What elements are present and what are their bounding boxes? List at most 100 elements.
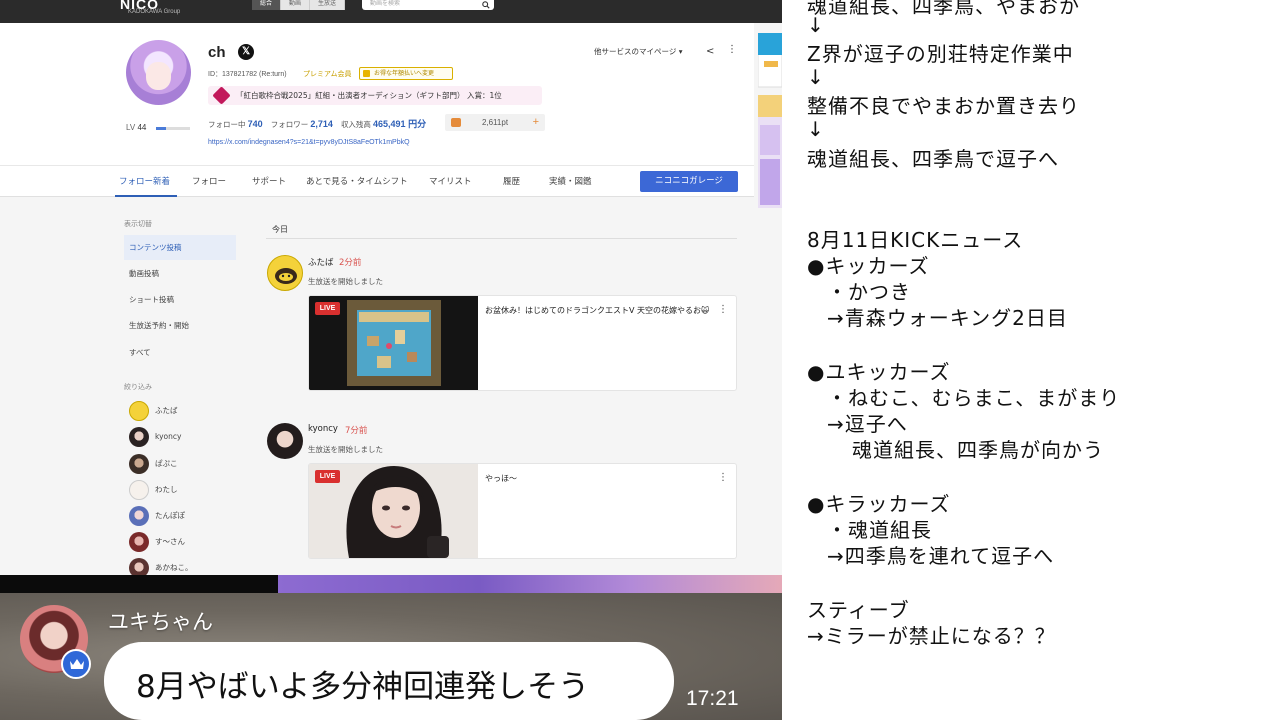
feed-avatar-futaba[interactable] [267, 255, 303, 291]
plan-change-button[interactable]: お得な年額払いへ変更 [359, 67, 453, 80]
browser-capture: NICO KADOKAWA Group 総合 動画 生放送 動画を検索 LV 4… [0, 0, 782, 575]
note-line: ・かつき [827, 280, 911, 304]
more-menu-icon[interactable]: ⋮ [727, 44, 737, 55]
cam-strip [0, 575, 278, 593]
garage-button[interactable]: ニコニコガレージ [640, 171, 738, 192]
tab-history[interactable]: 履歴 [503, 175, 520, 187]
feed-action: 生放送を開始しました [308, 277, 383, 286]
note-line: ●キラッカーズ [807, 492, 951, 516]
search-tab-all[interactable]: 総合 [252, 0, 282, 10]
sidebar-item-live-schedule[interactable]: 生放送予約・開始 [124, 313, 236, 338]
search-scope-tabs: 総合 動画 生放送 [252, 0, 346, 10]
profile-header: LV 44 ch 𝕏 ID：137821782 (Re:turn) プレミアム会… [0, 23, 754, 165]
feed-user-name[interactable]: ふたば [308, 256, 334, 268]
filter-label: 絞り込み [124, 383, 152, 391]
filter-user-futaba[interactable]: ふたば [129, 401, 178, 421]
search-tab-live[interactable]: 生放送 [310, 0, 346, 10]
following-count[interactable]: 740 [248, 119, 263, 129]
note-line: ●ユキッカーズ [807, 360, 951, 384]
other-services-dropdown[interactable]: 他サービスのマイページ ▾ [594, 46, 683, 57]
note-line: ・ねむこ、むらまこ、まがまり [827, 386, 1121, 410]
award-icon [212, 86, 231, 105]
tab-follow-new[interactable]: フォロー新着 [119, 175, 170, 187]
crown-icon [61, 649, 91, 679]
note-line: 魂道組長、四季鳥、やまおか [807, 0, 1080, 18]
note-line: 魂道組長、四季鳥で逗子へ [807, 147, 1059, 171]
live-badge: LIVE [315, 470, 340, 483]
search-input[interactable]: 動画を検索 [362, 0, 494, 10]
feed-avatar-kyoncy[interactable] [267, 423, 303, 459]
note-line: スティーブ [807, 598, 910, 622]
award-banner[interactable]: 「紅白歌枠合戦2025」紅組・出演者オーディション（ギフト部門） 入賞：1位 [208, 86, 542, 105]
note-line: Z界が逗子の別荘特定作業中 [807, 42, 1074, 66]
premium-badge: プレミアム会員 [303, 70, 352, 78]
live-thumbnail[interactable]: LIVE [309, 464, 478, 558]
user-avatar [129, 558, 149, 575]
tab-watch-later[interactable]: あとで見る・タイムシフト [306, 175, 408, 187]
profile-tabs: フォロー新着 フォロー サポート あとで見る・タイムシフト マイリスト 履歴 実… [0, 165, 754, 197]
points-add-button[interactable]: + [533, 114, 539, 131]
tab-achievements[interactable]: 実績・図鑑 [549, 175, 592, 187]
card-menu-icon[interactable]: ⋮ [718, 472, 728, 483]
filter-user-watashi[interactable]: わたし [129, 480, 178, 500]
live-title[interactable]: やっほ〜 [485, 472, 715, 485]
divider [266, 238, 737, 239]
x-link-icon[interactable]: 𝕏 [238, 44, 254, 60]
user-avatar [129, 427, 149, 447]
profile-name: ch [208, 44, 226, 61]
live-thumbnail[interactable]: LIVE [309, 296, 478, 390]
webcam-chat-panel: ユキちゃん 8月やばいよ多分神回連発しそう 17:21 [0, 575, 782, 720]
live-card[interactable]: LIVE やっほ〜 ⋮ [308, 463, 737, 559]
display-toggle-label: 表示切替 [124, 220, 152, 228]
chat-message: 8月やばいよ多分神回連発しそう [136, 669, 590, 705]
sidebar-item-video[interactable]: 動画投稿 [124, 261, 236, 286]
filter-user-papuko[interactable]: ぱぷこ [129, 454, 178, 474]
user-avatar [129, 480, 149, 500]
live-card[interactable]: LIVE お盆休み！はじめてのドラゴンクエストⅤ 天空の花嫁やるお🙀 ⋮ [308, 295, 737, 391]
notes-panel: 魂道組長、四季鳥、やまおか ↓ Z界が逗子の別荘特定作業中 ↓ 整備不良でやまお… [782, 0, 1280, 720]
filter-user-susan[interactable]: す〜さん [129, 532, 185, 552]
tab-support[interactable]: サポート [252, 175, 286, 187]
followers-count[interactable]: 2,714 [310, 119, 333, 129]
user-avatar [129, 532, 149, 552]
site-header: NICO KADOKAWA Group 総合 動画 生放送 動画を検索 [0, 0, 782, 23]
feed-user-name[interactable]: kyoncy [308, 424, 338, 434]
filter-user-tanpopo[interactable]: たんぽぽ [129, 506, 185, 526]
feed-time: 2分前 [339, 258, 362, 268]
plan-icon [363, 70, 370, 77]
filter-user-akaneko[interactable]: あかねこ。 [129, 558, 193, 575]
live-title[interactable]: お盆休み！はじめてのドラゴンクエストⅤ 天空の花嫁やるお🙀 [485, 304, 715, 317]
profile-avatar[interactable] [126, 40, 191, 105]
profile-stats: フォロー中 740 フォロワー 2,714 収入残高 465,491 円分 [208, 117, 432, 130]
note-line: 8月11日KICKニュース [807, 228, 1024, 252]
sidebar-item-short[interactable]: ショート投稿 [124, 287, 236, 312]
sidebar-item-content[interactable]: コンテンツ投稿 [124, 235, 236, 260]
tab-mylist[interactable]: マイリスト [429, 175, 472, 187]
feed-action: 生放送を開始しました [308, 445, 383, 454]
tab-follow[interactable]: フォロー [192, 175, 226, 187]
search-placeholder: 動画を検索 [370, 1, 401, 7]
level-progress-bar [156, 127, 190, 130]
note-line: ●キッカーズ [807, 254, 930, 278]
user-avatar [129, 401, 149, 421]
following-label: フォロー中 [208, 120, 246, 129]
side-ad-strip[interactable] [758, 33, 782, 208]
search-icon[interactable] [482, 1, 490, 9]
profile-id: ID：137821782 (Re:turn) [208, 71, 287, 78]
profile-link[interactable]: https://x.com/indegnasen4?s=21&t=pyv8yDJ… [208, 139, 410, 146]
card-menu-icon[interactable]: ⋮ [718, 304, 728, 315]
points-value: 2,611pt [481, 118, 509, 127]
active-tab-indicator [115, 195, 177, 197]
note-line: 整備不良でやまおか置き去り [807, 94, 1080, 118]
filter-user-kyoncy[interactable]: kyoncy [129, 427, 181, 447]
level-label: LV 44 [126, 123, 147, 132]
screen: NICO KADOKAWA Group 総合 動画 生放送 動画を検索 LV 4… [0, 0, 1280, 720]
user-avatar [129, 454, 149, 474]
sidebar-item-all[interactable]: すべて [124, 340, 236, 365]
search-tab-video[interactable]: 動画 [281, 0, 311, 10]
revenue-label: 収入残高 [340, 120, 371, 129]
cam-strip [278, 575, 782, 593]
followers-label: フォロワー [270, 120, 309, 129]
note-line: →青森ウォーキング2日目 [827, 306, 1068, 330]
share-icon[interactable]: < [706, 46, 714, 57]
